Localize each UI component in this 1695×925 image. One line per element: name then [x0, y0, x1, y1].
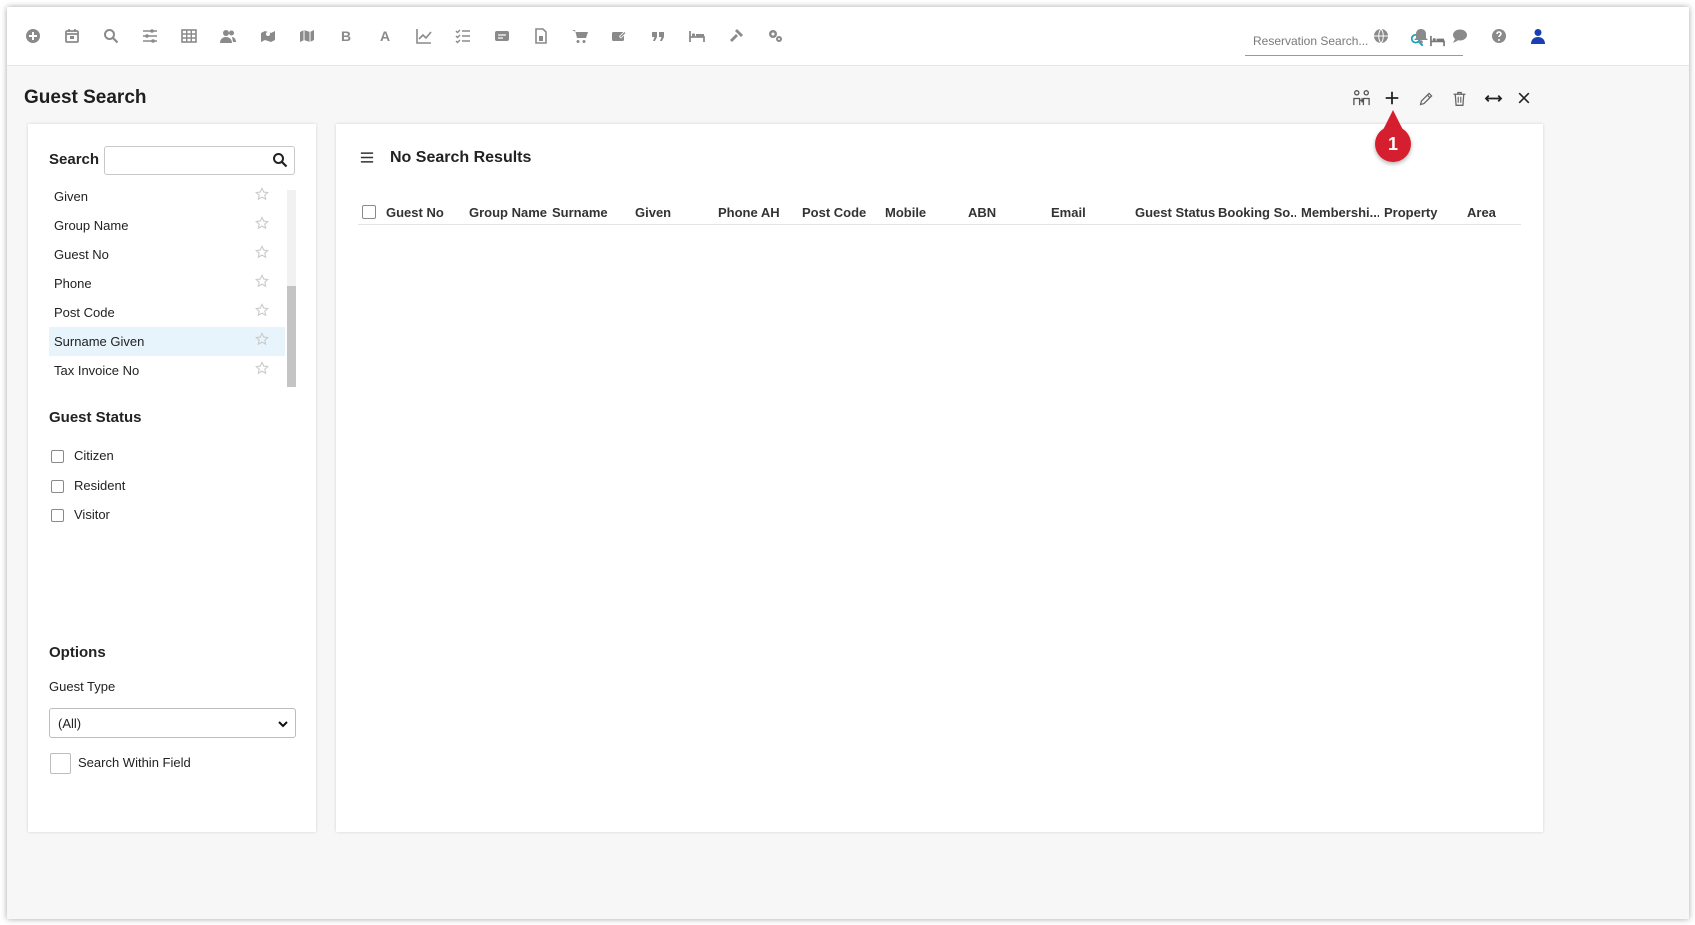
field-item-tax-invoice-no[interactable]: Tax Invoice No	[49, 356, 285, 385]
app-window: B A Reservation Search... Guest Search S…	[7, 7, 1689, 919]
add-icon[interactable]	[1379, 85, 1405, 111]
star-icon[interactable]	[255, 303, 269, 317]
column-header-group-name[interactable]: Group Name	[469, 205, 547, 220]
search-label: Search	[49, 151, 100, 168]
column-header-booking-source[interactable]: Booking So...	[1218, 205, 1296, 220]
column-header-given[interactable]: Given	[635, 205, 713, 220]
field-item-label: Post Code	[54, 305, 115, 320]
results-panel: No Search Results Guest No Group Name Su…	[336, 124, 1543, 832]
guest-status-title: Guest Status	[49, 409, 142, 426]
menu-icon[interactable]	[360, 151, 376, 165]
field-item-surname-given[interactable]: Surname Given	[49, 327, 285, 356]
document-icon[interactable]	[531, 26, 551, 46]
expand-icon[interactable]	[1480, 85, 1506, 111]
line-chart-icon[interactable]	[414, 26, 434, 46]
select-all-checkbox[interactable]	[362, 205, 376, 219]
field-item-phone[interactable]: Phone	[49, 269, 285, 298]
merge-guests-icon[interactable]	[1348, 85, 1374, 111]
user-icon[interactable]	[1528, 26, 1548, 46]
map-icon[interactable]	[297, 26, 317, 46]
field-item-label: Guest No	[54, 247, 109, 262]
column-header-property[interactable]: Property	[1384, 205, 1462, 220]
column-header-guest-status[interactable]: Guest Status	[1135, 205, 1215, 220]
column-header-area[interactable]: Area	[1467, 205, 1517, 220]
results-table-header: Guest No Group Name Surname Given Phone …	[358, 200, 1521, 225]
ticket-icon[interactable]	[609, 26, 629, 46]
card-icon[interactable]	[492, 26, 512, 46]
checkbox-label: Citizen	[74, 448, 114, 463]
delete-icon[interactable]	[1446, 85, 1472, 111]
column-header-phone-ah[interactable]: Phone AH	[718, 205, 796, 220]
users-icon[interactable]	[218, 26, 238, 46]
search-icon[interactable]	[272, 152, 289, 169]
guest-type-label: Guest Type	[49, 679, 116, 694]
star-icon[interactable]	[255, 187, 269, 201]
cart-icon[interactable]	[570, 26, 590, 46]
star-icon[interactable]	[255, 361, 269, 375]
checkbox-label: Visitor	[74, 507, 110, 522]
top-toolbar: B A	[7, 7, 1689, 66]
field-item-guest-no[interactable]: Guest No	[49, 240, 285, 269]
hammer-icon[interactable]	[726, 26, 746, 46]
edit-icon[interactable]	[1413, 85, 1439, 111]
column-header-guest-no[interactable]: Guest No	[386, 205, 464, 220]
search-within-field-checkbox[interactable]	[50, 753, 71, 774]
field-item-label: Phone	[54, 276, 92, 291]
cogs-icon[interactable]	[765, 26, 785, 46]
star-icon[interactable]	[255, 245, 269, 259]
add-circle-icon[interactable]	[23, 26, 43, 46]
field-item-label: Tax Invoice No	[54, 363, 140, 378]
column-header-surname[interactable]: Surname	[552, 205, 630, 220]
bed-icon[interactable]	[687, 26, 707, 46]
star-icon[interactable]	[255, 216, 269, 230]
field-item-post-code[interactable]: Post Code	[49, 298, 285, 327]
column-header-post-code[interactable]: Post Code	[802, 205, 880, 220]
field-item-label: Group Name	[54, 218, 129, 233]
column-header-abn[interactable]: ABN	[968, 205, 1046, 220]
search-input[interactable]	[109, 150, 271, 172]
chevron-down-icon	[277, 717, 289, 729]
checkbox-label: Resident	[74, 478, 126, 493]
field-item-group-name[interactable]: Group Name	[49, 211, 285, 240]
guest-type-select[interactable]: (All)	[49, 708, 296, 738]
checklist-icon[interactable]	[453, 26, 473, 46]
calendar-icon[interactable]	[62, 26, 82, 46]
column-header-membership[interactable]: Membershi...	[1301, 205, 1379, 220]
column-header-email[interactable]: Email	[1051, 205, 1129, 220]
grid-icon[interactable]	[179, 26, 199, 46]
quote-icon[interactable]	[648, 26, 668, 46]
font-icon[interactable]: A	[375, 26, 395, 46]
search-panel: Search Given Group Name Guest No Phone P…	[28, 124, 316, 832]
checkbox[interactable]	[51, 480, 64, 493]
globe-icon[interactable]	[1371, 26, 1391, 46]
page-title: Guest Search	[24, 87, 147, 108]
callout-badge: 1	[1375, 126, 1411, 162]
close-icon[interactable]	[1511, 85, 1537, 111]
search-field	[104, 146, 295, 175]
field-item-label: Given	[54, 189, 88, 204]
bold-icon[interactable]: B	[336, 26, 356, 46]
column-header-mobile[interactable]: Mobile	[885, 205, 963, 220]
field-item-label: Surname Given	[54, 334, 145, 349]
bell-icon[interactable]	[1411, 26, 1431, 46]
search-icon[interactable]	[101, 26, 121, 46]
options-title: Options	[49, 644, 106, 661]
map-pin-icon[interactable]	[258, 26, 278, 46]
star-icon[interactable]	[255, 332, 269, 346]
search-within-field-label: Search Within Field	[78, 755, 191, 770]
help-icon[interactable]	[1489, 26, 1509, 46]
field-list-scroll-thumb[interactable]	[287, 286, 296, 387]
guest-type-value: (All)	[58, 716, 82, 731]
results-title: No Search Results	[390, 149, 532, 166]
star-icon[interactable]	[255, 274, 269, 288]
sliders-icon[interactable]	[140, 26, 160, 46]
checkbox[interactable]	[51, 509, 64, 522]
chat-icon[interactable]	[1450, 26, 1470, 46]
field-item-given[interactable]: Given	[49, 182, 285, 211]
search-field-list: Given Group Name Guest No Phone Post Cod…	[49, 182, 296, 387]
checkbox[interactable]	[51, 450, 64, 463]
